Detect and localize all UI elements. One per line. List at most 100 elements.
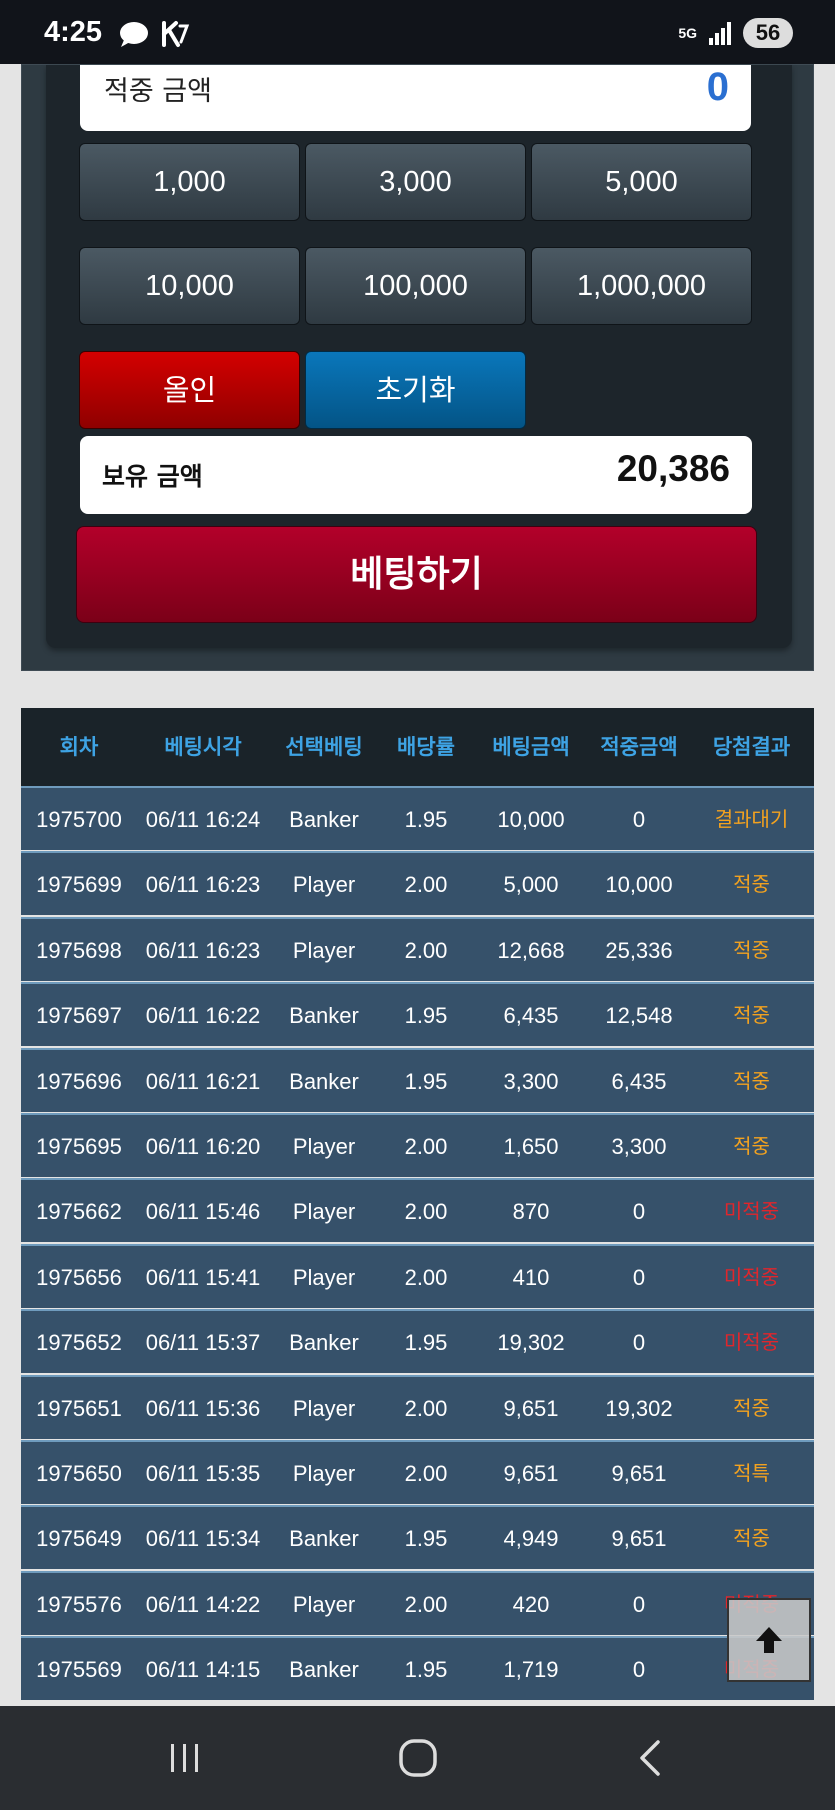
cell-win-amount: 9,651	[611, 1461, 667, 1486]
hit-amount-value: 0	[706, 65, 729, 109]
cell-win-amount: 25,336	[605, 937, 673, 963]
header-round: 회차	[59, 735, 99, 759]
cell-win-amount: 3,300	[611, 1134, 667, 1159]
cell-round: 1975651	[36, 1395, 122, 1421]
k-app-icon	[162, 21, 190, 47]
amount-button-100000[interactable]: 100,000	[305, 247, 526, 325]
cell-win-amount: 0	[632, 1199, 646, 1225]
back-button[interactable]	[622, 1734, 682, 1782]
table-header: 회차 베팅시각 선택베팅 배당률 베팅금액 적중금액 당첨결과	[21, 708, 814, 786]
amount-button-5000[interactable]: 5,000	[531, 143, 752, 221]
cell-bet-amount: 870	[512, 1199, 550, 1225]
chat-bubble-icon	[120, 22, 148, 47]
cell-win-amount: 19,302	[605, 1395, 673, 1421]
table-row: 1975699 06/11 16:23 Player 2.00 5,000 10,000 적…	[21, 851, 814, 916]
table-row: 1975662 06/11 15:46 Player 2.00 870 0 미적중	[21, 1178, 814, 1243]
cell-win-amount: 0	[632, 1264, 646, 1290]
signal-icon	[709, 22, 731, 45]
cell-round: 1975699	[36, 872, 122, 898]
cell-win-amount: 9,651	[611, 1526, 667, 1552]
cell-bet-amount: 5,000	[503, 872, 559, 898]
cell-pick: Player	[292, 1395, 356, 1421]
cell-odds: 1.95	[404, 1330, 448, 1356]
cell-odds: 1.95	[404, 807, 448, 832]
reset-button[interactable]: 초기화	[305, 351, 526, 429]
cell-pick: Player	[292, 872, 356, 898]
hit-amount-box: 적중 금액 0	[80, 65, 751, 131]
place-bet-button[interactable]: 베팅하기	[76, 526, 757, 623]
scroll-top-button[interactable]	[727, 1598, 811, 1682]
cell-pick: Banker	[289, 807, 359, 832]
cell-odds: 1.95	[404, 1526, 448, 1552]
header-bet-amount: 베팅금액	[492, 735, 570, 759]
cell-round: 1975662	[36, 1199, 122, 1225]
cell-odds: 1.95	[404, 1068, 448, 1094]
table-row: 1975656 06/11 15:41 Player 2.00 410 0 미적중	[21, 1243, 814, 1308]
table-row: 1975695 06/11 16:20 Player 2.00 1,650 3,300 적중	[21, 1113, 814, 1177]
cell-odds: 1.95	[404, 1657, 448, 1683]
cell-pick: Player	[292, 1134, 356, 1159]
table-row: 1975649 06/11 15:34 Banker 1.95 4,949 9,651 적중	[21, 1505, 814, 1570]
allin-button[interactable]: 올인	[79, 351, 300, 429]
cell-bet-amount: 1,650	[503, 1134, 559, 1159]
cell-pick: Banker	[289, 1068, 359, 1094]
home-button[interactable]	[388, 1734, 448, 1782]
cell-bet-time: 06/11 16:23	[145, 872, 261, 898]
cell-bet-amount: 1,719	[503, 1657, 559, 1683]
cell-pick: Banker	[289, 1330, 359, 1356]
cell-result: 적중	[733, 1395, 770, 1420]
cell-round: 1975696	[36, 1068, 122, 1094]
cell-win-amount: 10,000	[605, 872, 673, 898]
amount-button-10000[interactable]: 10,000	[79, 247, 300, 325]
cell-bet-amount: 410	[512, 1264, 550, 1290]
cell-result: 적중	[733, 937, 770, 962]
cell-pick: Banker	[289, 1526, 359, 1552]
cell-odds: 1.95	[404, 1003, 448, 1029]
amount-button-3000[interactable]: 3,000	[305, 143, 526, 221]
amount-button-1000000[interactable]: 1,000,000	[531, 247, 752, 325]
cell-bet-amount: 19,302	[497, 1330, 565, 1356]
network-5g-indicator: 5G	[678, 25, 697, 41]
cell-bet-amount: 10,000	[497, 807, 565, 832]
table-row: 1975696 06/11 16:21 Banker 1.95 3,300 6,435 적중	[21, 1047, 814, 1112]
cell-bet-amount: 420	[512, 1591, 550, 1617]
recent-apps-button[interactable]	[155, 1734, 215, 1782]
battery-indicator: 56	[743, 18, 793, 48]
cell-bet-time: 06/11 15:35	[145, 1461, 261, 1486]
cell-result: 결과대기	[714, 807, 789, 831]
cell-win-amount: 0	[632, 1591, 646, 1617]
cell-pick: Banker	[289, 1003, 359, 1029]
cell-win-amount: 12,548	[605, 1003, 673, 1029]
back-icon	[640, 1740, 660, 1776]
cell-bet-amount: 4,949	[503, 1526, 559, 1552]
cell-bet-time: 06/11 14:22	[145, 1591, 261, 1617]
cell-round: 1975695	[36, 1134, 122, 1159]
cell-pick: Player	[292, 937, 356, 963]
cell-bet-time: 06/11 16:24	[145, 807, 261, 832]
cell-round: 1975698	[36, 937, 122, 963]
cell-bet-amount: 6,435	[503, 1003, 559, 1029]
recent-apps-icon	[171, 1744, 198, 1772]
cell-pick: Player	[292, 1461, 356, 1486]
status-bar: 4:25 5G 56	[0, 0, 835, 64]
cell-win-amount: 0	[632, 1657, 646, 1683]
amount-button-1000[interactable]: 1,000	[79, 143, 300, 221]
table-row: 1975650 06/11 15:35 Player 2.00 9,651 9,651 적특	[21, 1440, 814, 1504]
cell-bet-amount: 9,651	[503, 1461, 559, 1486]
cell-bet-amount: 12,668	[497, 937, 565, 963]
cell-round: 1975700	[36, 807, 122, 832]
cell-bet-time: 06/11 16:20	[145, 1134, 261, 1159]
cell-result: 적중	[733, 1134, 770, 1158]
cell-round: 1975649	[36, 1526, 122, 1552]
header-result: 당첨결과	[712, 735, 791, 759]
table-row: 197557606/11 14:22Player2.004200미적중	[21, 1570, 814, 1635]
cell-win-amount: 0	[632, 1330, 646, 1356]
cell-odds: 2.00	[404, 1591, 448, 1617]
cell-pick: Player	[292, 1264, 356, 1290]
cell-round: 1975656	[36, 1264, 122, 1290]
cell-bet-time: 06/11 15:46	[145, 1199, 261, 1225]
cell-odds: 2.00	[404, 872, 448, 898]
cell-result: 적중	[733, 1003, 770, 1028]
home-icon	[399, 1739, 437, 1777]
cell-bet-time: 06/11 15:41	[145, 1264, 261, 1290]
